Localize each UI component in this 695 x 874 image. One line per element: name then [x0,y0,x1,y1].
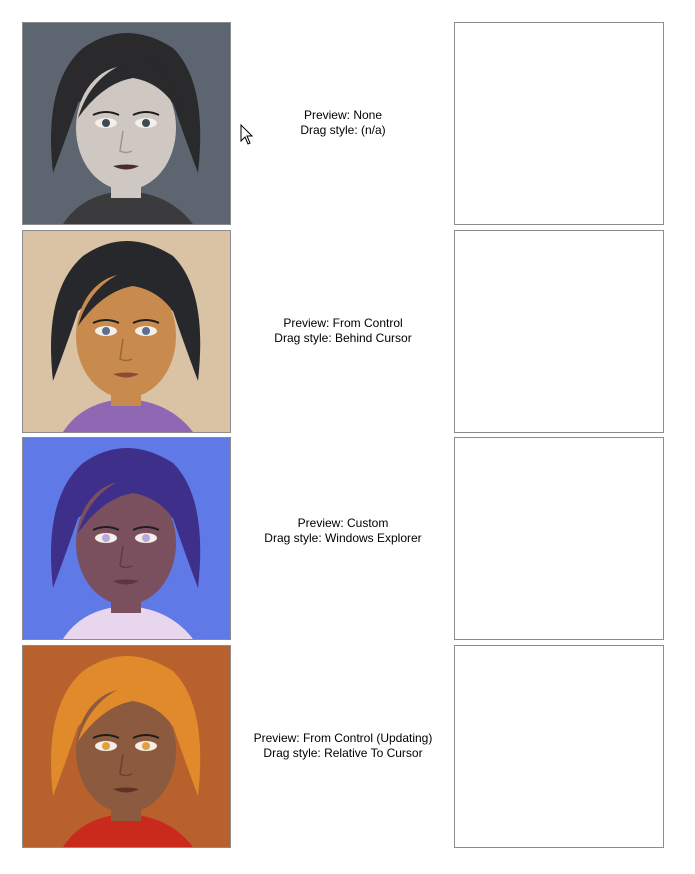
row-description: Preview: From Control Drag style: Behind … [233,316,453,346]
drag-source-image[interactable] [22,22,231,225]
drag-row: Preview: From Control Drag style: Behind … [0,230,695,433]
row-description: Preview: None Drag style: (n/a) [233,108,453,138]
row-description: Preview: Custom Drag style: Windows Explo… [233,516,453,546]
drag-style-label: Drag style: (n/a) [300,123,386,137]
preview-label: Preview: None [303,108,383,122]
drag-row: Preview: From Control (Updating) Drag sty… [0,645,695,848]
drop-target-box[interactable] [454,645,664,848]
drop-target-box[interactable] [454,437,664,640]
preview-label: Preview: From Control [283,316,403,330]
arrow-cursor-icon [240,124,254,145]
portrait-image [23,438,230,639]
drag-source-image[interactable] [22,437,231,640]
drag-source-image[interactable] [22,645,231,848]
drag-style-label: Drag style: Behind Cursor [274,331,412,345]
preview-label: Preview: Custom [297,516,389,530]
drop-target-box[interactable] [454,22,664,225]
portrait-image [23,646,230,847]
drop-target-box[interactable] [454,230,664,433]
portrait-image [23,231,230,432]
drag-source-image[interactable] [22,230,231,433]
drag-style-label: Drag style: Relative To Cursor [263,746,423,760]
portrait-image [23,23,230,224]
row-description: Preview: From Control (Updating) Drag sty… [233,731,453,761]
drag-row: Preview: None Drag style: (n/a) [0,22,695,225]
preview-label: Preview: From Control (Updating) [253,731,433,745]
drag-row: Preview: Custom Drag style: Windows Explo… [0,437,695,640]
drag-style-label: Drag style: Windows Explorer [264,531,422,545]
